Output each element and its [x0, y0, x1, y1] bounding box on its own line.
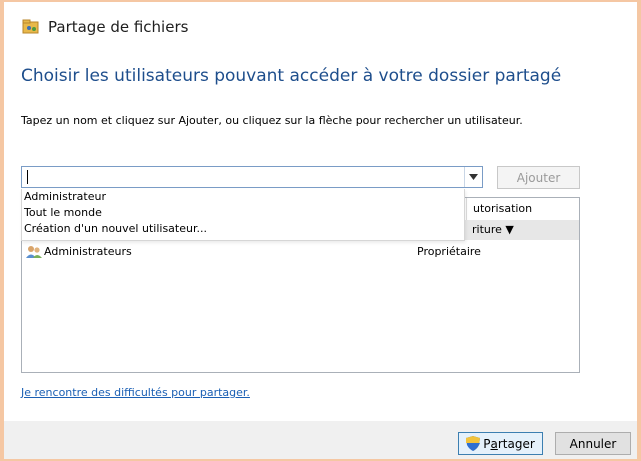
- dropdown-option-new-user[interactable]: Création d'un nouvel utilisateur...: [22, 221, 464, 237]
- user-name-combobox[interactable]: [21, 166, 483, 188]
- add-button[interactable]: Aj outer: [497, 166, 580, 189]
- window-frame-right: [637, 0, 641, 461]
- user-name: Administrateurs: [44, 245, 132, 258]
- window-frame-left: [0, 0, 4, 461]
- instruction-text: Tapez un nom et cliquez sur Ajouter, ou …: [21, 114, 523, 127]
- user-dropdown-list[interactable]: Administrateur Tout le monde Création d'…: [21, 189, 465, 241]
- chevron-down-icon[interactable]: [464, 167, 482, 187]
- user-permission[interactable]: Propriétaire: [417, 245, 481, 258]
- title-bar: Partage de fichiers: [4, 2, 637, 52]
- column-header-permission[interactable]: utorisation: [466, 198, 579, 220]
- window-title: Partage de fichiers: [48, 18, 189, 36]
- shield-icon: [466, 436, 481, 451]
- help-link[interactable]: Je rencontre des difficultés pour partag…: [21, 386, 250, 399]
- dialog-footer: Pa rtager Annuler: [4, 421, 637, 459]
- dropdown-option-administrateur[interactable]: Administrateur: [22, 189, 464, 205]
- share-folder-icon: [22, 19, 40, 35]
- dropdown-option-tout-le-monde[interactable]: Tout le monde: [22, 205, 464, 221]
- user-group-icon: [26, 245, 42, 259]
- text-cursor: [27, 170, 28, 184]
- share-button[interactable]: Pa rtager: [458, 432, 543, 455]
- cancel-button[interactable]: Annuler: [555, 432, 631, 455]
- permission-dropdown[interactable]: riture ▼: [466, 220, 579, 240]
- page-heading: Choisir les utilisateurs pouvant accéder…: [21, 66, 562, 86]
- list-item[interactable]: Administrateurs Propriétaire: [22, 244, 579, 262]
